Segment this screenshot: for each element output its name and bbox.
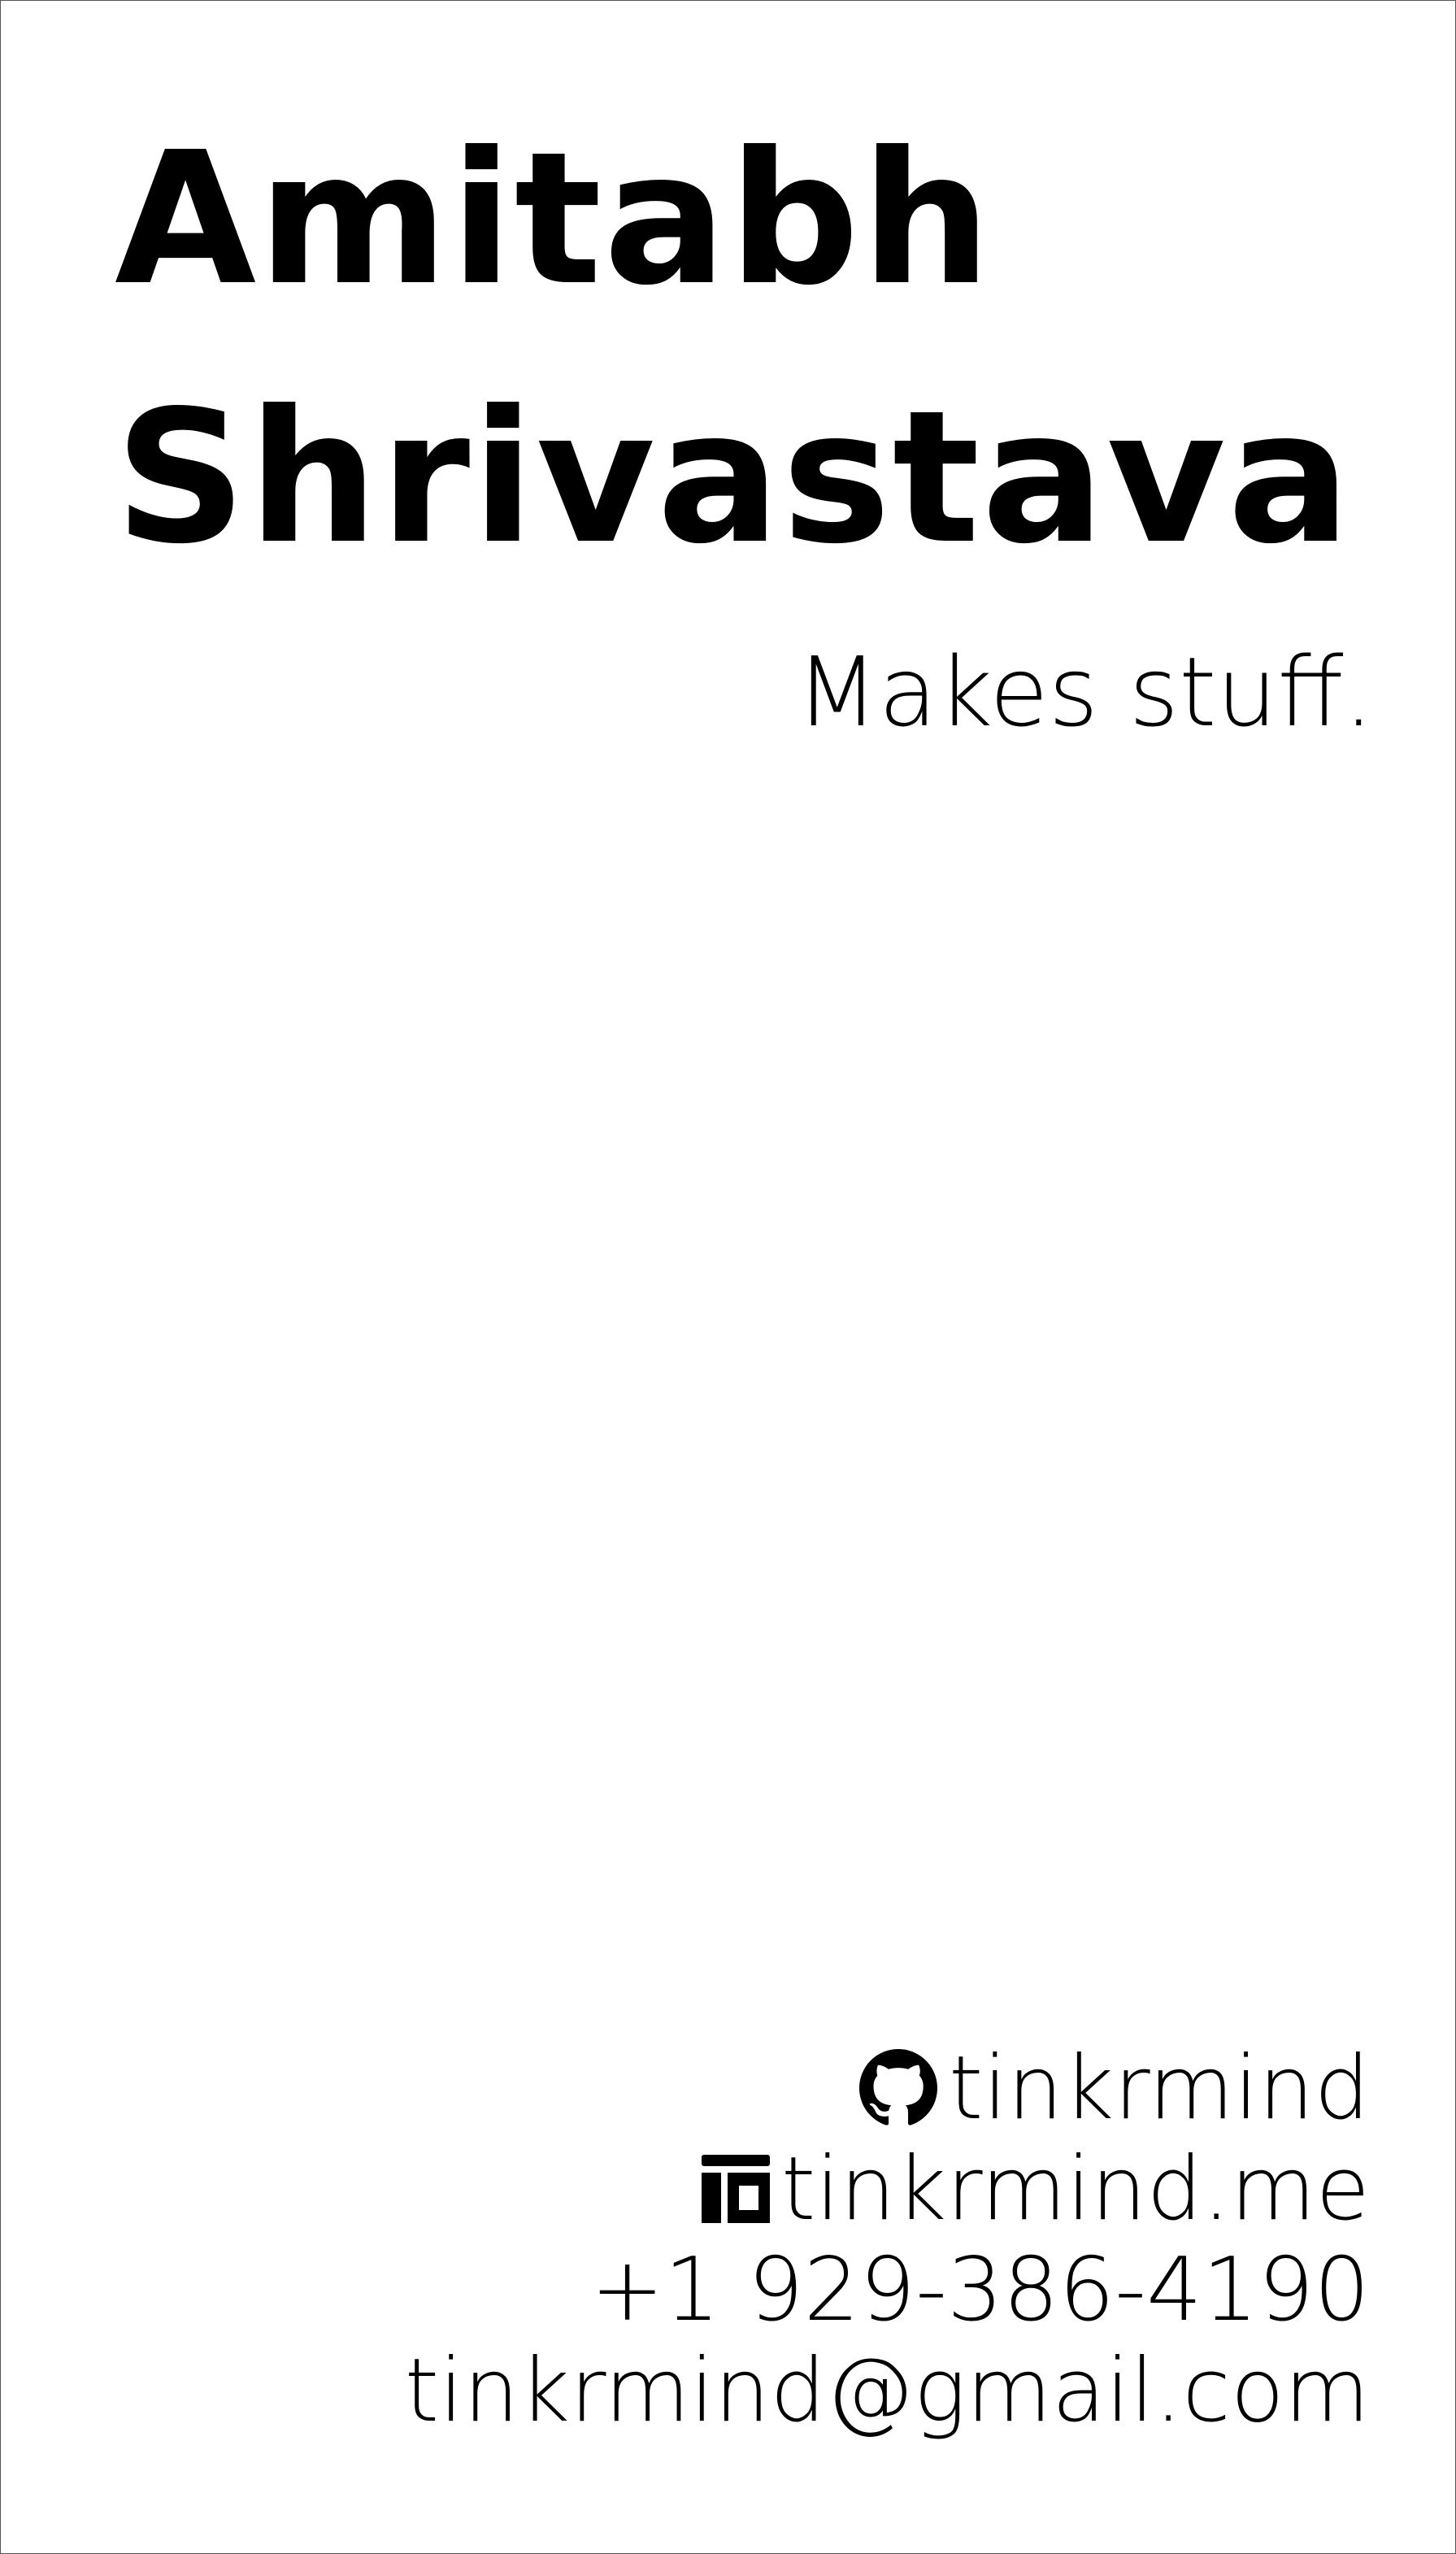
email-label: tinkrmind@gmail.com [404, 2339, 1370, 2442]
name-heading: Amitabh Shrivastava [115, 90, 1353, 607]
tagline: Makes stuff. [795, 636, 1374, 748]
website-link[interactable]: tinkrmind.me [232, 2138, 1370, 2240]
github-icon [858, 2049, 937, 2127]
website-icon [701, 2155, 770, 2223]
phone-number[interactable]: +1 929-386-4190 [232, 2239, 1370, 2341]
email-address[interactable]: tinkrmind@gmail.com [232, 2339, 1370, 2442]
last-name: Shrivastava [115, 372, 1353, 585]
website-url: tinkrmind.me [780, 2138, 1370, 2240]
business-card: Amitabh Shrivastava Makes stuff. tinkrmi… [0, 0, 1456, 2554]
github-username: tinkrmind [948, 2037, 1370, 2139]
first-name: Amitabh [115, 113, 993, 326]
phone-label: +1 929-386-4190 [590, 2239, 1370, 2341]
github-link[interactable]: tinkrmind [232, 2037, 1370, 2139]
contact-list: tinkrmind tinkrmind.me +1 929-386-4190 t… [232, 2037, 1370, 2442]
